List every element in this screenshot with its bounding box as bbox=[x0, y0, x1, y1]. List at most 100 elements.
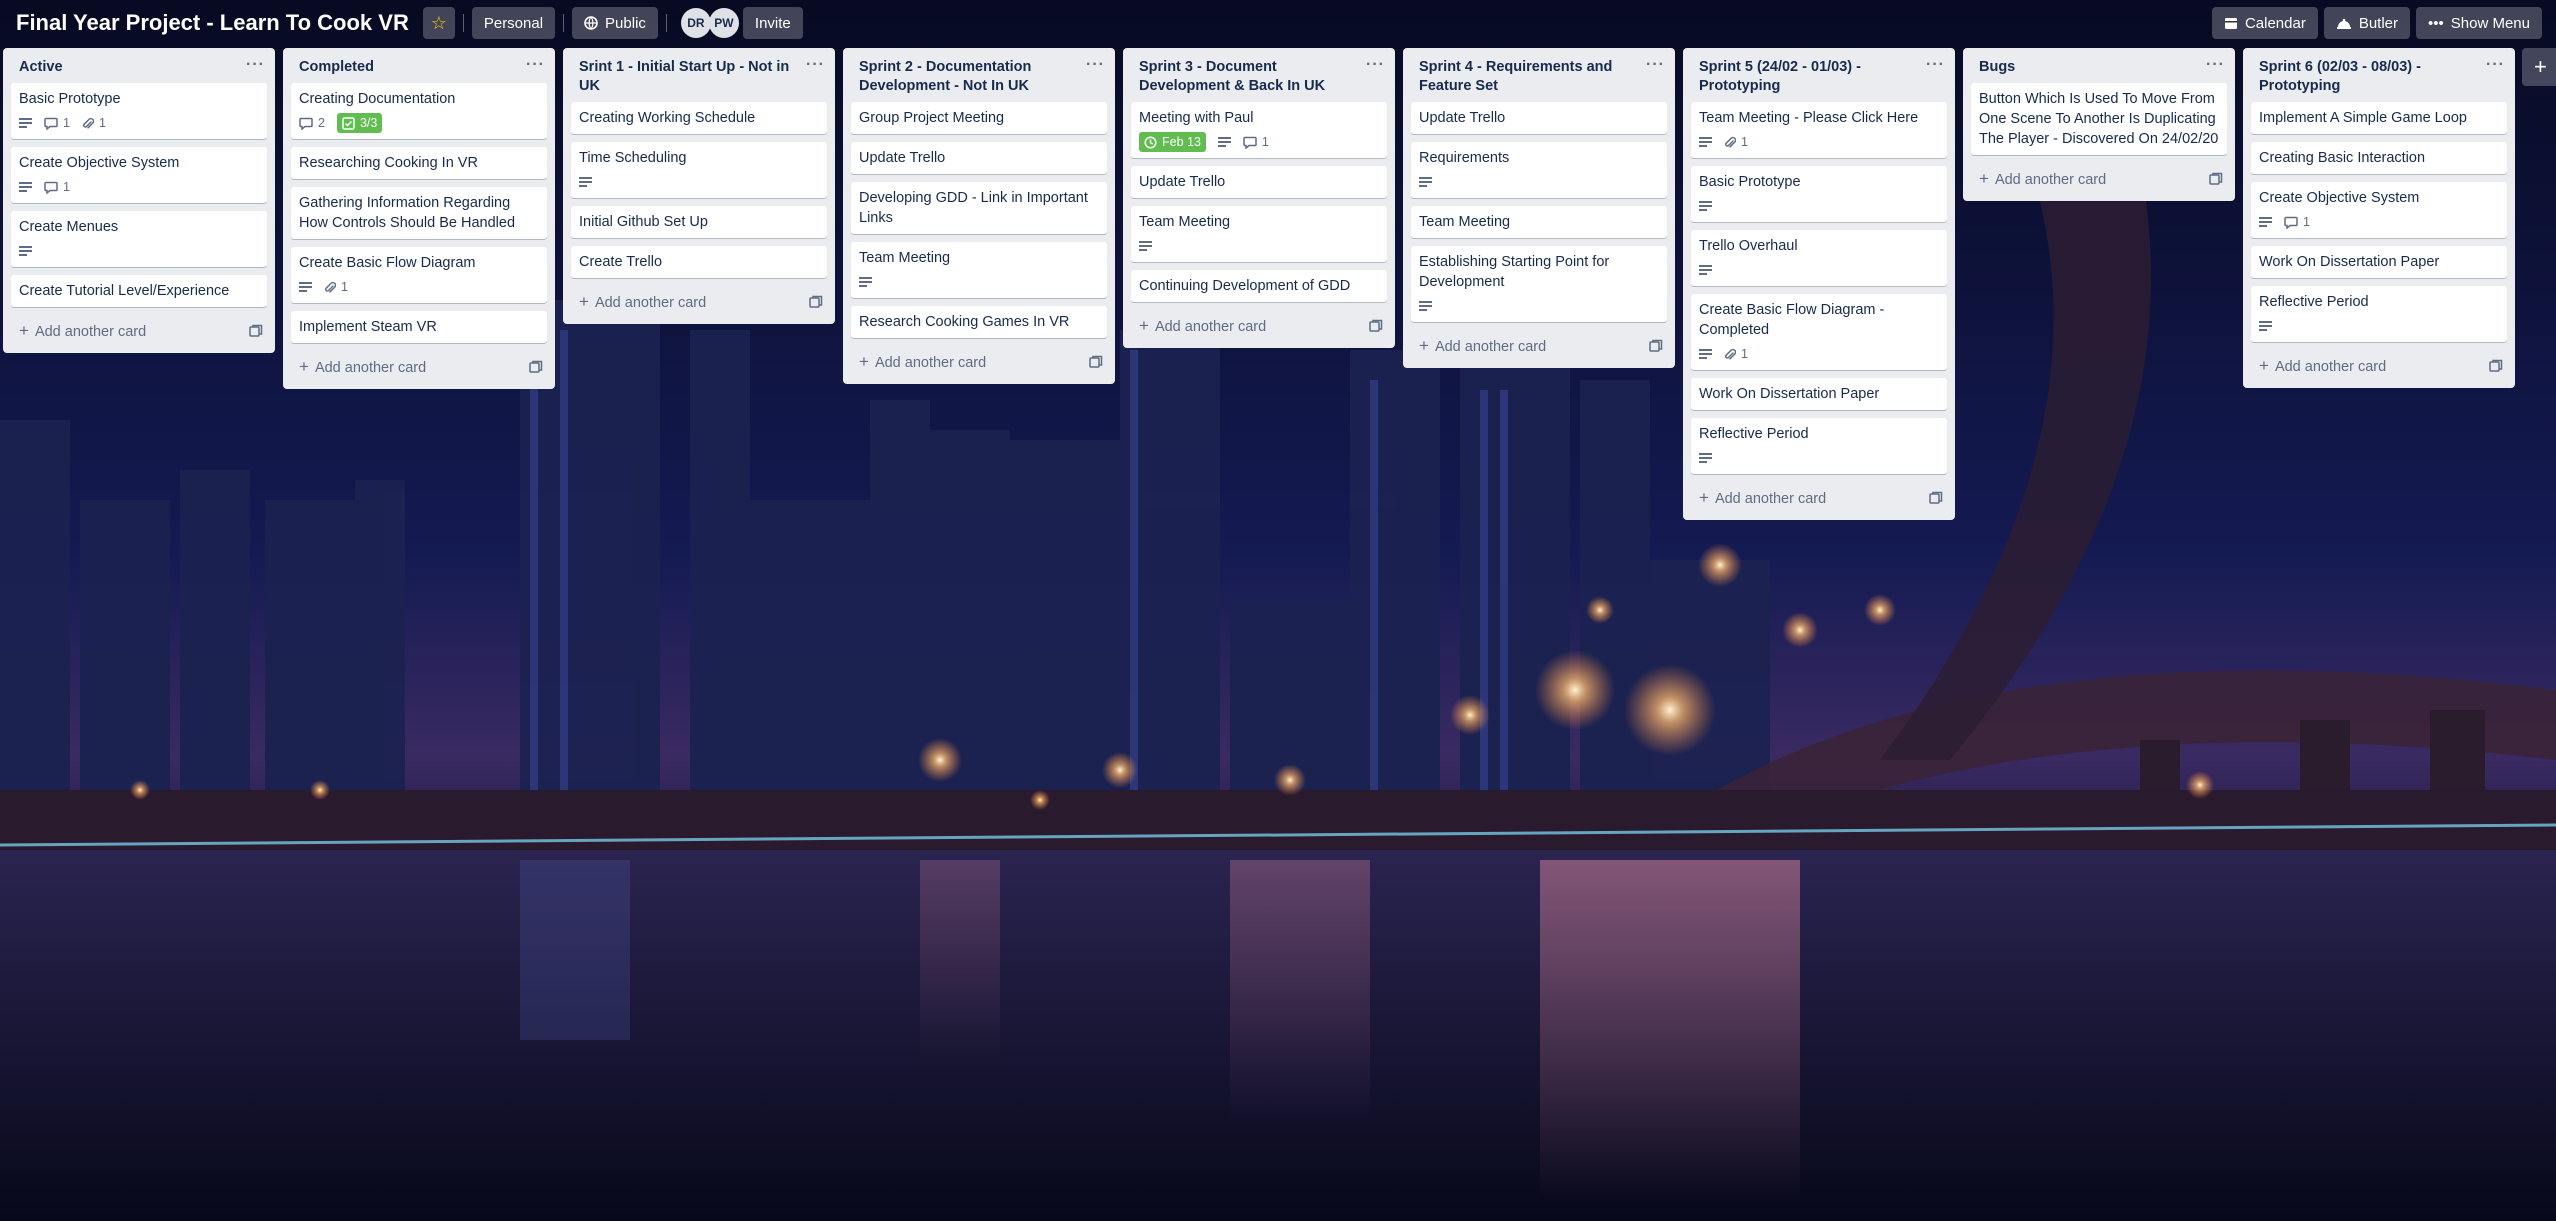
calendar-button[interactable]: Calendar bbox=[2211, 7, 2318, 39]
list-title[interactable]: Srint 1 - Initial Start Up - Not in UK bbox=[579, 58, 806, 96]
add-card-button[interactable]: + Add another card bbox=[1403, 330, 1675, 364]
card[interactable]: Team Meeting - Please Click Here 1 bbox=[1691, 102, 1947, 158]
list-menu-icon[interactable]: ··· bbox=[1366, 57, 1385, 73]
add-card-link[interactable]: + Add another card bbox=[1419, 336, 1546, 356]
card-template-icon[interactable] bbox=[809, 295, 823, 309]
card[interactable]: Create Basic Flow Diagram - Completed 1 bbox=[1691, 294, 1947, 370]
list-menu-icon[interactable]: ··· bbox=[1086, 57, 1105, 73]
card[interactable]: Create Tutorial Level/Experience bbox=[11, 275, 267, 307]
card[interactable]: Work On Dissertation Paper bbox=[1691, 378, 1947, 410]
list-column[interactable]: Bugs ··· Button Which Is Used To Move From… bbox=[1963, 48, 2235, 201]
card[interactable]: Create Basic Flow Diagram 1 bbox=[291, 247, 547, 303]
list-column[interactable]: Sprint 5 (24/02 - 01/03) - Prototyping ··… bbox=[1683, 48, 1955, 520]
list-title[interactable]: Active bbox=[19, 58, 63, 77]
member-avatar[interactable]: DR bbox=[680, 8, 711, 38]
card-template-icon[interactable] bbox=[1089, 355, 1103, 369]
card[interactable]: Trello Overhaul bbox=[1691, 230, 1947, 286]
list-column[interactable]: Completed ··· Creating Documentation 2 3/3 Re… bbox=[283, 48, 555, 389]
card[interactable]: Meeting with Paul Feb 13 1 bbox=[1131, 102, 1387, 158]
add-card-link[interactable]: + Add another card bbox=[2259, 356, 2386, 376]
member-avatar[interactable]: PW bbox=[708, 8, 739, 38]
list-column[interactable]: Srint 1 - Initial Start Up - Not in UK ··… bbox=[563, 48, 835, 324]
add-card-button[interactable]: + Add another card bbox=[3, 315, 275, 349]
card[interactable]: Continuing Development of GDD bbox=[1131, 270, 1387, 302]
show-menu-button[interactable]: ••• Show Menu bbox=[2416, 7, 2542, 39]
card[interactable]: Establishing Starting Point for Developm… bbox=[1411, 246, 1667, 322]
board-title[interactable]: Final Year Project - Learn To Cook VR bbox=[8, 6, 417, 40]
butler-button[interactable]: Butler bbox=[2323, 7, 2411, 39]
card-template-icon[interactable] bbox=[1649, 339, 1663, 353]
list-menu-icon[interactable]: ··· bbox=[2486, 57, 2505, 73]
card[interactable]: Create Objective System 1 bbox=[11, 147, 267, 203]
add-card-button[interactable]: + Add another card bbox=[563, 286, 835, 320]
list-title[interactable]: Sprint 2 - Documentation Development - N… bbox=[859, 58, 1086, 96]
card[interactable]: Initial Github Set Up bbox=[571, 206, 827, 238]
add-card-link[interactable]: + Add another card bbox=[579, 292, 706, 312]
card[interactable]: Team Meeting bbox=[1411, 206, 1667, 238]
card-template-icon[interactable] bbox=[249, 324, 263, 338]
card[interactable]: Researching Cooking In VR bbox=[291, 147, 547, 179]
invite-button[interactable]: Invite bbox=[742, 7, 803, 39]
team-visibility-button[interactable]: Personal bbox=[471, 7, 556, 39]
card[interactable]: Team Meeting bbox=[851, 242, 1107, 298]
card[interactable]: Create Menues bbox=[11, 211, 267, 267]
card[interactable]: Implement Steam VR bbox=[291, 311, 547, 343]
list-column[interactable]: Active ··· Basic Prototype 1 1 Create Objecti… bbox=[3, 48, 275, 353]
list-menu-icon[interactable]: ··· bbox=[806, 57, 825, 73]
card[interactable]: Creating Basic Interaction bbox=[2251, 142, 2507, 174]
add-card-link[interactable]: + Add another card bbox=[1979, 169, 2106, 189]
card[interactable]: Work On Dissertation Paper bbox=[2251, 246, 2507, 278]
add-card-link[interactable]: + Add another card bbox=[299, 357, 426, 377]
card[interactable]: Implement A Simple Game Loop bbox=[2251, 102, 2507, 134]
add-card-button[interactable]: + Add another card bbox=[1683, 482, 1955, 516]
card-template-icon[interactable] bbox=[1929, 491, 1943, 505]
card[interactable]: Update Trello bbox=[851, 142, 1107, 174]
card-template-icon[interactable] bbox=[2209, 172, 2223, 186]
list-column[interactable]: Sprint 2 - Documentation Development - N… bbox=[843, 48, 1115, 384]
card[interactable]: Update Trello bbox=[1411, 102, 1667, 134]
card[interactable]: Creating Documentation 2 3/3 bbox=[291, 83, 547, 139]
list-menu-icon[interactable]: ··· bbox=[1926, 57, 1945, 73]
list-menu-icon[interactable]: ··· bbox=[1646, 57, 1665, 73]
card[interactable]: Gathering Information Regarding How Cont… bbox=[291, 187, 547, 239]
card[interactable]: Requirements bbox=[1411, 142, 1667, 198]
card[interactable]: Creating Working Schedule bbox=[571, 102, 827, 134]
add-card-button[interactable]: + Add another card bbox=[843, 346, 1115, 380]
card[interactable]: Basic Prototype 1 1 bbox=[11, 83, 267, 139]
add-card-link[interactable]: + Add another card bbox=[859, 352, 986, 372]
card[interactable]: Reflective Period bbox=[1691, 418, 1947, 474]
card-template-icon[interactable] bbox=[2489, 359, 2503, 373]
board-visibility-button[interactable]: Public bbox=[572, 7, 658, 39]
list-title[interactable]: Sprint 6 (02/03 - 08/03) - Prototyping bbox=[2259, 58, 2486, 96]
add-card-link[interactable]: + Add another card bbox=[1139, 316, 1266, 336]
add-card-button[interactable]: + Add another card bbox=[1963, 163, 2235, 197]
card[interactable]: Group Project Meeting bbox=[851, 102, 1107, 134]
list-column[interactable]: Sprint 4 - Requirements and Feature Set ·… bbox=[1403, 48, 1675, 368]
card[interactable]: Update Trello bbox=[1131, 166, 1387, 198]
card[interactable]: Create Objective System 1 bbox=[2251, 182, 2507, 238]
add-card-button[interactable]: + Add another card bbox=[1123, 310, 1395, 344]
card[interactable]: Create Trello bbox=[571, 246, 827, 278]
card[interactable]: Research Cooking Games In VR bbox=[851, 306, 1107, 338]
list-title[interactable]: Bugs bbox=[1979, 58, 2015, 77]
card[interactable]: Developing GDD - Link in Important Links bbox=[851, 182, 1107, 234]
card-template-icon[interactable] bbox=[1369, 319, 1383, 333]
card[interactable]: Time Scheduling bbox=[571, 142, 827, 198]
list-title[interactable]: Sprint 5 (24/02 - 01/03) - Prototyping bbox=[1699, 58, 1926, 96]
card[interactable]: Button Which Is Used To Move From One Sc… bbox=[1971, 83, 2227, 155]
add-card-link[interactable]: + Add another card bbox=[1699, 488, 1826, 508]
list-title[interactable]: Sprint 4 - Requirements and Feature Set bbox=[1419, 58, 1646, 96]
list-menu-icon[interactable]: ··· bbox=[246, 57, 265, 73]
add-card-button[interactable]: + Add another card bbox=[283, 351, 555, 385]
card[interactable]: Team Meeting bbox=[1131, 206, 1387, 262]
list-menu-icon[interactable]: ··· bbox=[2206, 57, 2225, 73]
list-title[interactable]: Completed bbox=[299, 58, 374, 77]
star-board-button[interactable]: ☆ bbox=[422, 7, 455, 39]
add-card-button[interactable]: + Add another card bbox=[2243, 350, 2515, 384]
card[interactable]: Basic Prototype bbox=[1691, 166, 1947, 222]
list-column[interactable]: Sprint 3 - Document Development & Back I… bbox=[1123, 48, 1395, 348]
list-title[interactable]: Sprint 3 - Document Development & Back I… bbox=[1139, 58, 1366, 96]
card[interactable]: Reflective Period bbox=[2251, 286, 2507, 342]
list-column[interactable]: Sprint 6 (02/03 - 08/03) - Prototyping ··… bbox=[2243, 48, 2515, 388]
due-date-badge[interactable]: Feb 13 bbox=[1139, 132, 1206, 152]
